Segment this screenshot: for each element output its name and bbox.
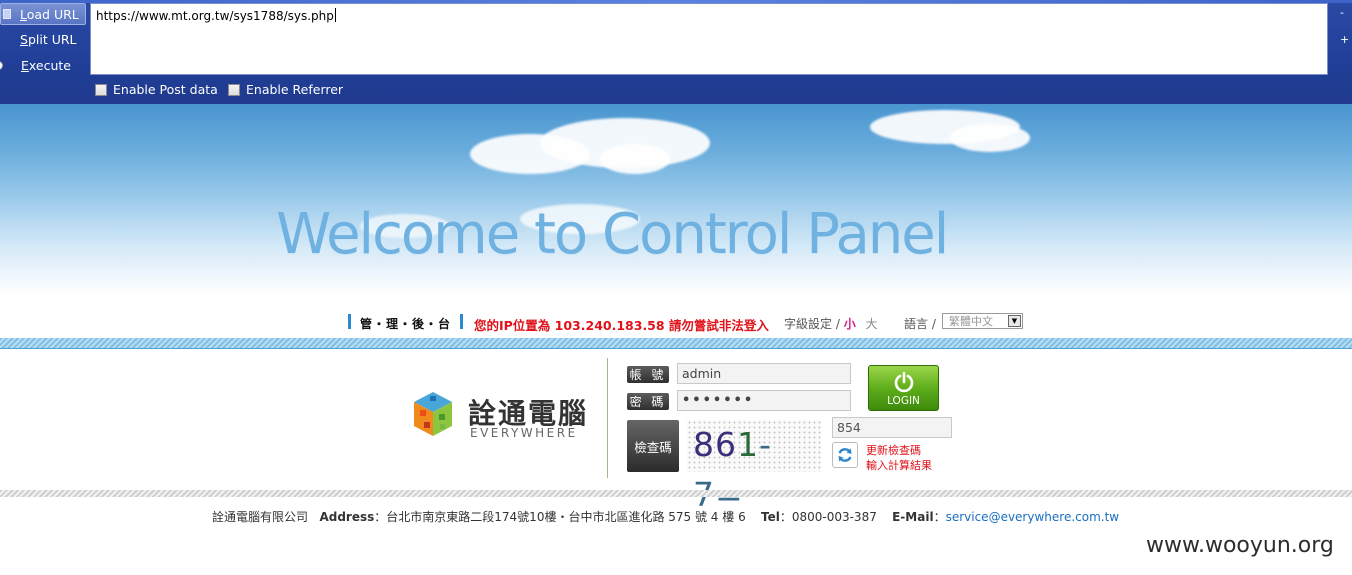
brand-tagline: EVERYWHERE	[470, 426, 578, 440]
chevron-down-icon[interactable]: ▼	[1008, 315, 1021, 327]
refresh-captcha-text[interactable]: 更新檢查碼 輸入計算結果	[866, 443, 932, 473]
enable-referrer-label: Enable Referrer	[246, 82, 344, 97]
password-input[interactable]: •••••••	[677, 390, 851, 411]
divider-bar	[348, 314, 351, 329]
execute-icon	[0, 60, 3, 70]
language-value: 繁體中文	[949, 315, 993, 328]
company-name: 詮通電腦有限公司	[212, 510, 309, 524]
captcha-digits-a: 86	[693, 425, 737, 464]
split-url-button[interactable]: Split URL	[0, 28, 86, 50]
url-textarea[interactable]: https://www.mt.org.tw/sys1788/sys.php	[90, 3, 1328, 75]
load-url-button[interactable]: Load URL	[0, 3, 86, 25]
enable-post-checkbox[interactable]: Enable Post data	[95, 82, 218, 97]
shrink-button[interactable]: -	[1340, 6, 1344, 19]
email-link[interactable]: service@everywhere.com.tw	[946, 510, 1120, 524]
refresh-captcha-button[interactable]	[832, 442, 858, 468]
brand-logo-icon	[414, 392, 452, 436]
font-large-link[interactable]: 大	[866, 317, 878, 331]
captcha-label: 檢查碼	[627, 420, 679, 472]
load-url-icon	[3, 9, 11, 19]
font-size-setting: 字級設定 / 小 大	[784, 315, 878, 332]
watermark: www.wooyun.org	[1146, 533, 1334, 558]
font-small-link[interactable]: 小	[844, 317, 856, 331]
password-label: 密 碼	[627, 393, 669, 410]
cloud	[600, 144, 670, 174]
vertical-divider	[607, 358, 608, 478]
cloud	[950, 124, 1030, 152]
split-url-label: Split URL	[20, 31, 77, 47]
admin-label: 管・理・後・台	[360, 317, 452, 331]
load-url-label: Load URL	[20, 6, 79, 22]
header-line	[0, 348, 1352, 349]
divider-bar	[460, 314, 463, 329]
power-icon	[894, 371, 913, 393]
url-text: https://www.mt.org.tw/sys1788/sys.php	[96, 9, 334, 23]
enable-referrer-checkbox[interactable]: Enable Referrer	[228, 82, 343, 97]
post-checkbox-box[interactable]	[95, 83, 107, 96]
text-caret	[334, 8, 336, 22]
email-separator: ：	[933, 510, 946, 524]
tel-value: ：0800-003-387	[779, 510, 877, 524]
language-select[interactable]: 繁體中文 ▼	[942, 313, 1023, 329]
header-stripe	[0, 338, 1352, 348]
execute-label: Execute	[21, 57, 71, 73]
banner-title: Welcome to Control Panel	[276, 202, 949, 267]
execute-button[interactable]: Execute	[0, 54, 86, 76]
footer-stripe	[0, 490, 1352, 497]
login-button-label: LOGIN	[887, 395, 920, 407]
ip-warning: 您的IP位置為 103.240.183.58 請勿嘗試非法登入	[474, 318, 769, 333]
language-label: 語言 /	[904, 317, 936, 331]
expand-button[interactable]: +	[1340, 33, 1349, 46]
welcome-banner: Welcome to Control Panel	[0, 104, 1352, 294]
referrer-checkbox-box[interactable]	[228, 83, 240, 96]
enable-post-label: Enable Post data	[113, 82, 218, 97]
refresh-line-1: 更新檢查碼	[866, 444, 921, 457]
address-value: ：台北市南京東路二段174號10樓・台中市北區進化路 575 號 4 樓 6	[374, 510, 746, 524]
username-label: 帳 號	[627, 366, 669, 383]
address-label: Address	[319, 510, 375, 524]
email-label: E-Mail	[892, 510, 934, 524]
refresh-icon	[838, 448, 852, 462]
username-input[interactable]: admin	[677, 363, 851, 384]
captcha-digits-b: 1	[737, 425, 759, 464]
hackbar-toolbar: Load URL Split URL Execute https://www.m…	[0, 0, 1352, 104]
refresh-line-2: 輸入計算結果	[866, 459, 932, 472]
footer-info: 詮通電腦有限公司 Address：台北市南京東路二段174號10樓・台中市北區進…	[212, 508, 1119, 525]
tel-label: Tel	[760, 510, 780, 524]
login-button[interactable]: LOGIN	[868, 365, 939, 411]
captcha-input[interactable]: 854	[832, 417, 952, 438]
captcha-image: 861- 7=	[687, 420, 821, 514]
info-bar: 管・理・後・台 您的IP位置為 103.240.183.58 請勿嘗試非法登入 …	[0, 310, 1352, 336]
font-setting-label: 字級設定 /	[784, 317, 840, 331]
